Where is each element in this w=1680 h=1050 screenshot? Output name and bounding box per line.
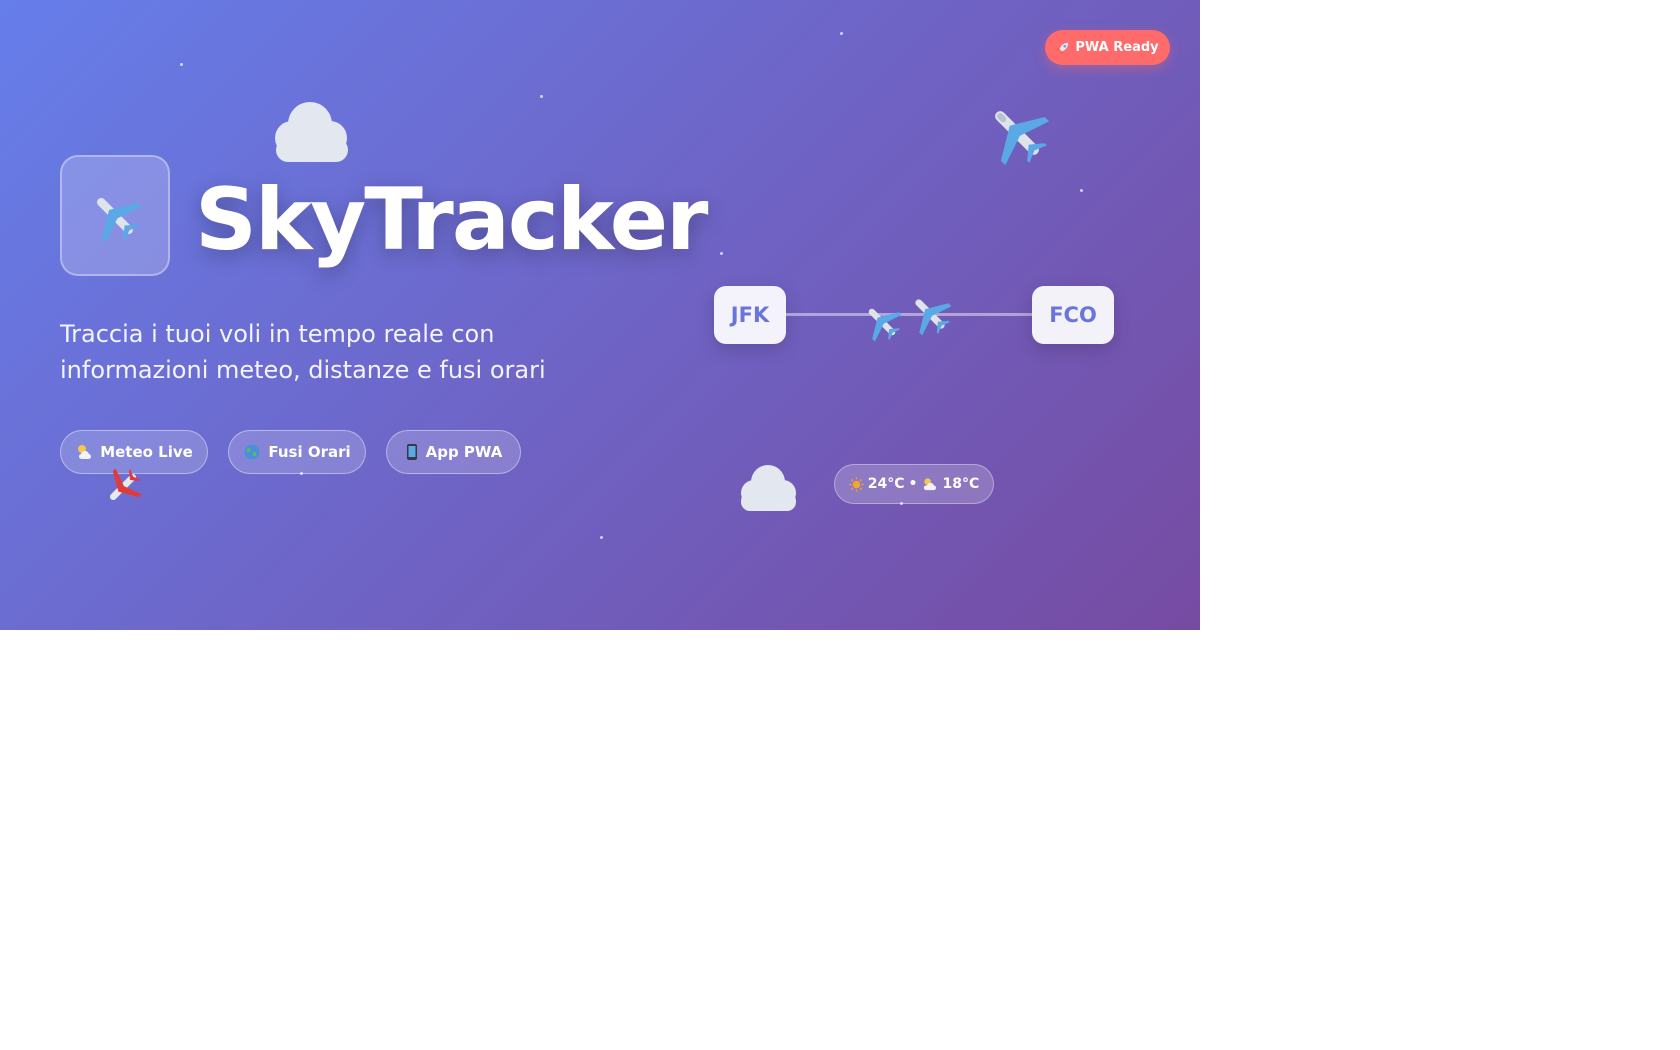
star-decoration xyxy=(720,252,723,255)
origin-airport: JFK xyxy=(714,286,786,344)
star-decoration xyxy=(600,536,603,539)
hero-banner: PWA Ready SkyTracker Traccia i tuoi voli… xyxy=(0,0,1200,630)
weather-pill: 24°C • 18°C xyxy=(834,464,994,504)
star-decoration xyxy=(1080,189,1083,192)
airplane-icon xyxy=(908,292,952,340)
destination-airport: FCO xyxy=(1032,286,1114,344)
rocket-icon xyxy=(1056,41,1070,55)
star-decoration xyxy=(540,95,543,98)
feature-fusi-orari: Fusi Orari xyxy=(228,430,366,474)
star-decoration xyxy=(180,63,183,66)
star-decoration xyxy=(840,32,843,35)
sun-behind-cloud-icon xyxy=(75,443,93,461)
origin-temperature: 24°C xyxy=(867,476,905,492)
sun-icon xyxy=(849,476,864,492)
globe-icon xyxy=(243,443,261,461)
feature-app-pwa: App PWA xyxy=(386,430,521,474)
cloud-icon xyxy=(736,460,800,518)
airplane-icon xyxy=(102,466,144,512)
destination-temperature: 18°C xyxy=(942,476,980,492)
pwa-ready-badge: PWA Ready xyxy=(1045,30,1170,65)
airplane-icon xyxy=(88,189,142,243)
app-logo xyxy=(60,155,170,276)
destination-airport-code: FCO xyxy=(1049,303,1097,327)
airplane-icon xyxy=(984,100,1050,170)
feature-label: Meteo Live xyxy=(100,443,193,461)
feature-label: App PWA xyxy=(425,443,503,461)
app-subtitle: Traccia i tuoi voli in tempo reale con i… xyxy=(60,320,546,384)
feature-label: Fusi Orari xyxy=(268,443,351,461)
pwa-ready-label: PWA Ready xyxy=(1075,40,1159,55)
origin-airport-code: JFK xyxy=(730,303,770,327)
airplane-icon xyxy=(862,302,902,346)
cloud-icon xyxy=(268,96,352,170)
mobile-phone-icon xyxy=(405,443,419,461)
sun-behind-cloud-icon xyxy=(921,477,938,492)
app-title: SkyTracker xyxy=(195,170,708,270)
temperature-separator: • xyxy=(908,476,918,492)
